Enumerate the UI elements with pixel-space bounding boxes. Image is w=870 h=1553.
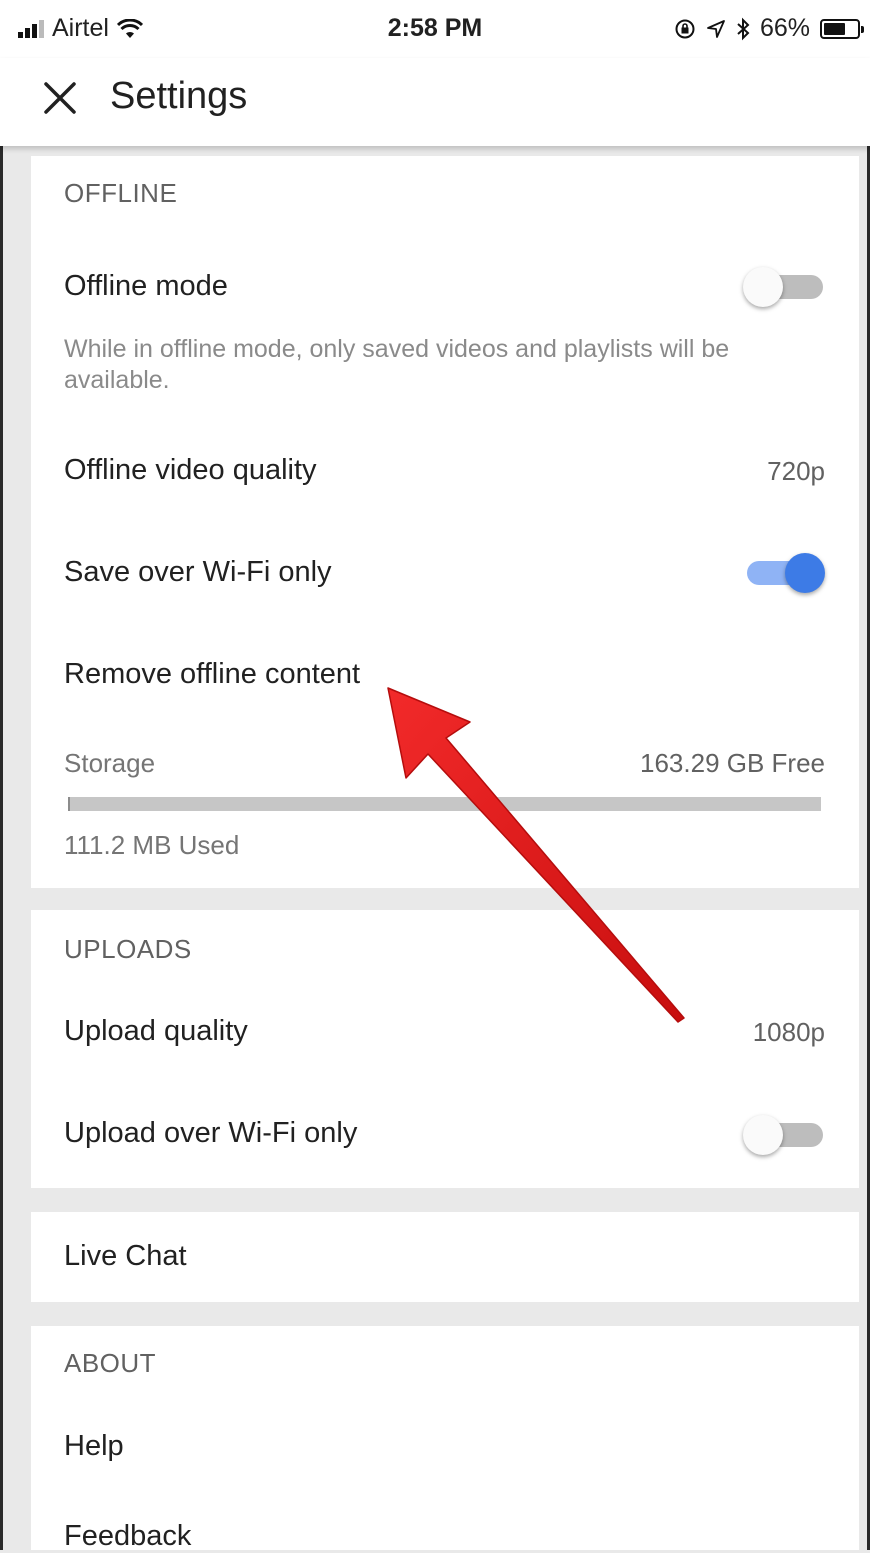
storage-free: 163.29 GB Free xyxy=(640,748,825,778)
status-bar: Airtel 2:58 PM 66% xyxy=(0,0,870,58)
section-header-offline: OFFLINE xyxy=(64,178,178,208)
offline-video-quality-label[interactable]: Offline video quality xyxy=(64,454,317,487)
storage-used-fill xyxy=(68,797,71,811)
app-bar: Settings xyxy=(0,58,870,146)
save-wifi-only-toggle[interactable] xyxy=(747,553,825,593)
offline-video-quality-value: 720p xyxy=(767,456,825,486)
battery-percentage: 66% xyxy=(759,14,810,42)
upload-quality-value: 1080p xyxy=(752,1017,825,1047)
storage-label: Storage xyxy=(64,748,156,778)
offline-mode-toggle[interactable] xyxy=(743,267,825,307)
upload-wifi-only-toggle[interactable] xyxy=(743,1115,825,1155)
offline-mode-label[interactable]: Offline mode xyxy=(64,270,228,303)
about-section: ABOUT Help Feedback xyxy=(31,1326,859,1553)
section-header-about: ABOUT xyxy=(64,1348,157,1378)
uploads-section: UPLOADS Upload quality 1080p Upload over… xyxy=(31,910,859,1188)
upload-wifi-only-label[interactable]: Upload over Wi-Fi only xyxy=(64,1117,357,1150)
lock-rotation-icon xyxy=(675,19,695,38)
live-chat-item[interactable]: Live Chat xyxy=(64,1240,187,1273)
remove-offline-content[interactable]: Remove offline content xyxy=(64,658,360,691)
close-icon[interactable] xyxy=(40,78,80,118)
offline-section: OFFLINE Offline mode While in offline mo… xyxy=(31,156,859,888)
bluetooth-icon xyxy=(737,17,750,40)
offline-mode-description: While in offline mode, only saved videos… xyxy=(64,335,730,394)
feedback-item[interactable]: Feedback xyxy=(64,1520,191,1553)
live-chat-section: Live Chat xyxy=(31,1212,859,1302)
storage-bar xyxy=(68,797,821,811)
storage-used: 111.2 MB Used xyxy=(64,830,240,860)
location-icon xyxy=(707,19,725,38)
toggle-knob xyxy=(785,553,825,593)
toggle-knob xyxy=(743,267,783,307)
status-right: 66% xyxy=(674,14,864,43)
upload-quality-label[interactable]: Upload quality xyxy=(64,1015,248,1048)
battery-icon xyxy=(820,18,864,39)
section-header-uploads: UPLOADS xyxy=(64,934,192,964)
battery-level xyxy=(824,22,845,35)
toggle-knob xyxy=(743,1115,783,1155)
save-wifi-only-label[interactable]: Save over Wi-Fi only xyxy=(64,556,332,589)
page-title: Settings xyxy=(110,75,248,117)
help-item[interactable]: Help xyxy=(64,1430,124,1463)
